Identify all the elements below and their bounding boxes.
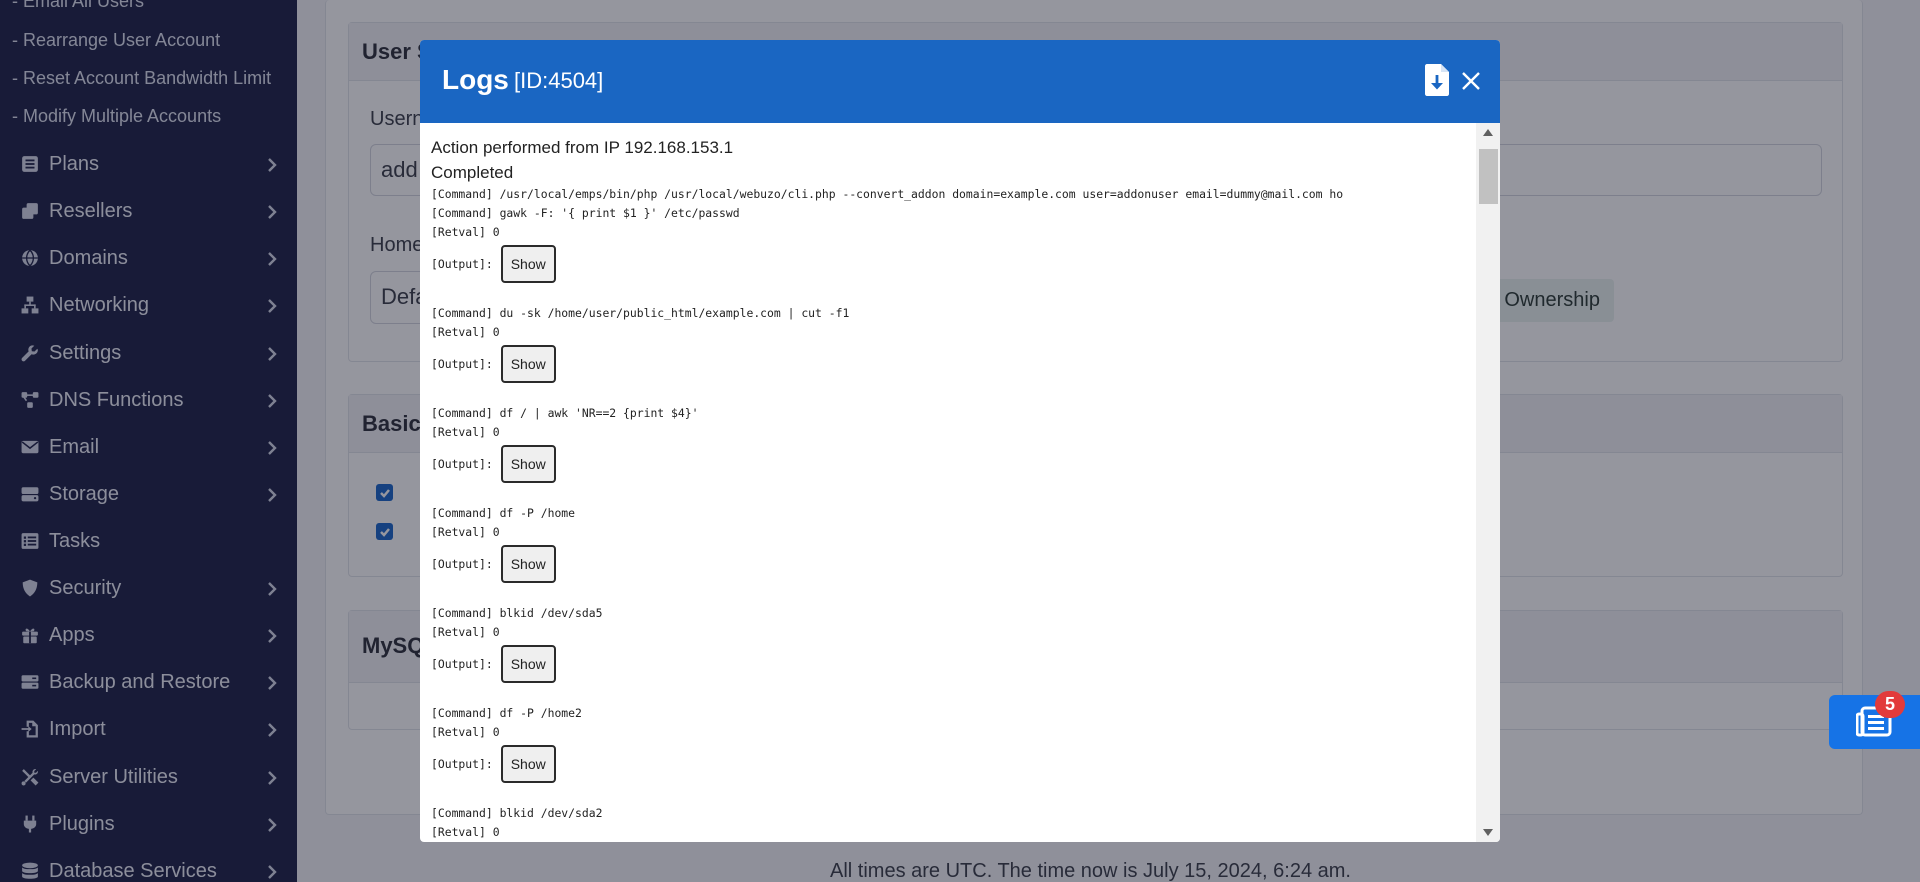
log-command: [Command] df -P /home2 <box>431 706 582 720</box>
close-icon <box>1462 72 1480 90</box>
output-label: [Output]: <box>431 656 493 671</box>
log-entry: [Command] gawk -F: '{ print $1 }' /etc/p… <box>431 204 1465 304</box>
show-output-button[interactable]: Show <box>500 544 556 583</box>
log-command: [Command] blkid /dev/sda5 <box>431 606 603 620</box>
log-command: [Command] gawk -F: '{ print $1 }' /etc/p… <box>431 206 740 220</box>
modal-log-id: [ID:4504] <box>514 68 604 93</box>
log-status: Completed <box>431 163 514 182</box>
log-retval: [Retval] 0 <box>431 225 500 239</box>
log-entry: [Command] df -P /home2 [Retval] 0 [Outpu… <box>431 704 1465 804</box>
show-output-button[interactable]: Show <box>500 744 556 783</box>
show-output-button[interactable]: Show <box>500 244 556 283</box>
close-modal-button[interactable] <box>1460 70 1484 94</box>
log-output-row: [Output]: Show <box>431 242 1465 285</box>
log-action-ip: Action performed from IP 192.168.153.1 <box>431 138 734 157</box>
notification-count-badge: 5 <box>1875 691 1905 718</box>
log-entry: [Command] du -sk /home/user/public_html/… <box>431 304 1465 404</box>
log-command: [Command] blkid /dev/sda2 <box>431 806 603 820</box>
download-log-button[interactable] <box>1424 63 1450 97</box>
log-scrollbar[interactable] <box>1476 123 1500 842</box>
scroll-up-arrow-icon[interactable] <box>1483 129 1493 136</box>
show-output-button[interactable]: Show <box>500 444 556 483</box>
file-download-icon <box>1425 64 1449 96</box>
show-output-button[interactable]: Show <box>500 344 556 383</box>
log-output-row: [Output]: Show <box>431 742 1465 785</box>
log-output-area[interactable]: Action performed from IP 192.168.153.1 C… <box>420 123 1476 842</box>
log-command: [Command] df -P /home <box>431 506 576 520</box>
log-output-row: [Output]: Show <box>431 442 1465 485</box>
modal-title: Logs <box>442 64 509 95</box>
show-output-button[interactable]: Show <box>500 644 556 683</box>
scroll-down-arrow-icon[interactable] <box>1483 829 1493 836</box>
log-output-row: [Output]: Show <box>431 542 1465 585</box>
log-entry: [Command] df / | awk 'NR==2 {print $4}' … <box>431 404 1465 504</box>
log-retval: [Retval] 0 <box>431 825 500 839</box>
log-output-row: [Output]: Show <box>431 342 1465 385</box>
log-retval: [Retval] 0 <box>431 625 500 639</box>
output-label: [Output]: <box>431 256 493 271</box>
log-retval: [Retval] 0 <box>431 725 500 739</box>
output-label: [Output]: <box>431 556 493 571</box>
log-retval: [Retval] 0 <box>431 325 500 339</box>
logs-modal: Logs [ID:4504] Action performed from IP … <box>420 40 1500 842</box>
log-output-row: [Output]: Show <box>431 642 1465 685</box>
log-retval: [Retval] 0 <box>431 425 500 439</box>
modal-header: Logs [ID:4504] <box>420 40 1500 123</box>
log-entry: [Command] blkid /dev/sda2 [Retval] 0 [Ou… <box>431 804 1465 842</box>
log-command: [Command] df / | awk 'NR==2 {print $4}' <box>431 406 699 420</box>
log-retval: [Retval] 0 <box>431 525 500 539</box>
log-entry: [Command] df -P /home [Retval] 0 [Output… <box>431 504 1465 604</box>
output-label: [Output]: <box>431 756 493 771</box>
scroll-thumb[interactable] <box>1479 149 1498 204</box>
output-label: [Output]: <box>431 456 493 471</box>
log-command: [Command] du -sk /home/user/public_html/… <box>431 306 850 320</box>
log-entry: [Command] /usr/local/emps/bin/php /usr/l… <box>431 185 1465 204</box>
output-label: [Output]: <box>431 356 493 371</box>
log-entry: [Command] blkid /dev/sda5 [Retval] 0 [Ou… <box>431 604 1465 704</box>
log-command: [Command] /usr/local/emps/bin/php /usr/l… <box>431 187 1344 201</box>
